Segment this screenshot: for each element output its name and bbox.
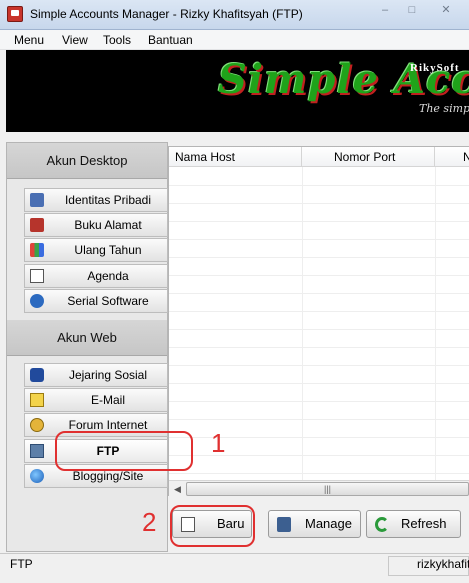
- grid-line: [169, 329, 469, 330]
- sidebar-item-e-mail[interactable]: E-Mail: [24, 388, 168, 412]
- address-book-icon: [30, 218, 44, 232]
- ftp-icon: [30, 444, 44, 458]
- category-panel: Akun Desktop Identitas Pribadi Buku Alam…: [6, 142, 168, 552]
- manage-icon: [277, 517, 291, 532]
- sidebar-item-ulang-tahun[interactable]: Ulang Tahun: [24, 238, 168, 262]
- grid-line: [169, 365, 469, 366]
- menu-item-menu[interactable]: Menu: [12, 32, 46, 48]
- app-banner: Simple Accounts RikySoft The simple: [6, 50, 469, 132]
- grid-line: [169, 419, 469, 420]
- grid-line: [169, 311, 469, 312]
- grid-line: [169, 275, 469, 276]
- menu-item-view[interactable]: View: [60, 32, 90, 48]
- sidebar-item-buku-alamat[interactable]: Buku Alamat: [24, 213, 168, 237]
- column-header-nomor-port[interactable]: Nomor Port: [302, 147, 435, 167]
- agenda-icon: [30, 269, 44, 283]
- scroll-left-icon[interactable]: ◀: [169, 481, 186, 497]
- sidebar-item-serial-software[interactable]: Serial Software: [24, 289, 168, 313]
- column-header-third[interactable]: N: [435, 147, 469, 167]
- sidebar-item-jejaring-sosial[interactable]: Jejaring Sosial: [24, 363, 168, 387]
- grid-divider: [302, 167, 303, 482]
- manage-button-label: Manage: [305, 516, 352, 531]
- column-header-nama-host[interactable]: Nama Host: [169, 147, 302, 167]
- scroll-thumb[interactable]: |||: [186, 482, 469, 496]
- banner-tagline: The simple: [419, 102, 469, 115]
- sidebar-item-label: E-Mail: [90, 393, 125, 407]
- maximize-button[interactable]: □: [399, 1, 425, 19]
- forum-icon: [30, 418, 44, 432]
- app-icon: [7, 6, 23, 22]
- section-header-web: Akun Web: [7, 320, 167, 356]
- serial-icon: [30, 294, 44, 308]
- grid-divider: [435, 167, 436, 482]
- birthday-icon: [30, 243, 44, 257]
- status-user: rizkykhafit: [417, 557, 469, 571]
- grid-line: [169, 203, 469, 204]
- section-header-desktop: Akun Desktop: [7, 143, 167, 179]
- refresh-button-label: Refresh: [401, 516, 447, 531]
- annotation-box-ftp: [55, 431, 193, 471]
- grid-line: [169, 347, 469, 348]
- grid-line: [169, 473, 469, 474]
- annotation-number-2: 2: [142, 507, 157, 537]
- minimize-button[interactable]: –: [372, 1, 398, 19]
- sidebar-item-label: Ulang Tahun: [74, 243, 142, 257]
- sidebar-item-label: Serial Software: [67, 294, 149, 308]
- grid-line: [169, 293, 469, 294]
- sidebar-item-agenda[interactable]: Agenda: [24, 264, 168, 288]
- sidebar-item-label: Buku Alamat: [74, 218, 142, 232]
- menu-item-tools[interactable]: Tools: [101, 32, 133, 48]
- globe-icon: [30, 469, 44, 483]
- menu-bar: Menu View Tools Bantuan: [0, 30, 469, 50]
- status-bar: FTP rizkykhafit: [0, 553, 469, 583]
- sidebar-item-label: Identitas Pribadi: [64, 193, 152, 207]
- sidebar-item-identitas-pribadi[interactable]: Identitas Pribadi: [24, 188, 168, 212]
- banner-brand: RikySoft: [410, 62, 460, 74]
- grid-line: [169, 383, 469, 384]
- refresh-icon: [375, 517, 389, 532]
- menu-item-bantuan[interactable]: Bantuan: [146, 32, 195, 48]
- title-bar: Simple Accounts Manager - Rizky Khafitsy…: [0, 0, 469, 30]
- mail-icon: [30, 393, 44, 407]
- close-button[interactable]: ✕: [426, 1, 466, 19]
- grid-line: [169, 239, 469, 240]
- grid-line: [169, 257, 469, 258]
- id-card-icon: [30, 193, 44, 207]
- horizontal-scrollbar[interactable]: ◀ |||: [169, 480, 469, 497]
- grid-line: [169, 185, 469, 186]
- status-text: FTP: [10, 557, 33, 571]
- social-icon: [30, 368, 44, 382]
- refresh-button[interactable]: Refresh: [366, 510, 461, 538]
- grid-line: [169, 401, 469, 402]
- sidebar-item-label: Agenda: [87, 269, 129, 283]
- sidebar-item-label: Jejaring Sosial: [68, 368, 148, 382]
- window-title: Simple Accounts Manager - Rizky Khafitsy…: [30, 7, 303, 21]
- annotation-number-1: 1: [211, 428, 226, 458]
- grid-line: [169, 221, 469, 222]
- manage-button[interactable]: Manage: [268, 510, 361, 538]
- annotation-box-new: [170, 505, 255, 547]
